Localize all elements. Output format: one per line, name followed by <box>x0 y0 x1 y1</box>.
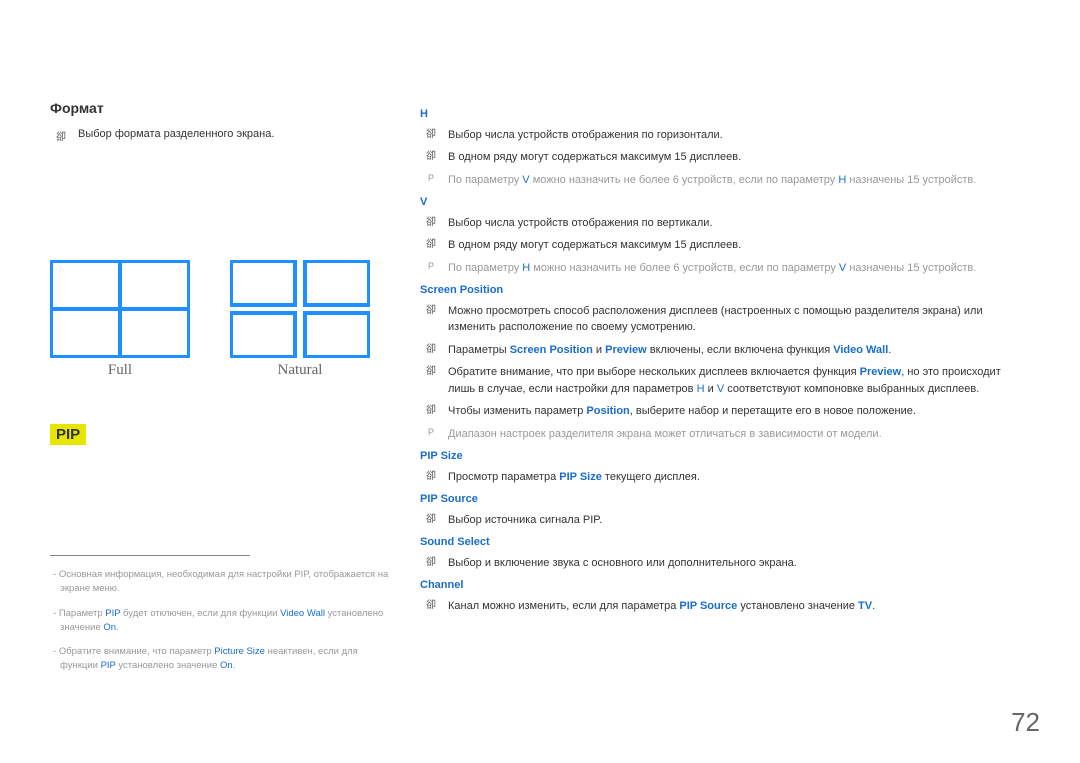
left-column: Формат Выбор формата разделенного экрана… <box>50 100 420 684</box>
page-body: Формат Выбор формата разделенного экрана… <box>0 0 1080 684</box>
format-bullet: Выбор формата разделенного экрана. <box>50 128 390 140</box>
pip-size-heading: PIP Size <box>420 448 1030 465</box>
v-note: По параметру H можно назначить не более … <box>420 260 1030 277</box>
diagram-natural-label: Natural <box>230 362 370 379</box>
sp-note: Диапазон настроек разделителя экрана мож… <box>420 426 1030 443</box>
footnote-2: - Параметр PIP будет отключен, если для … <box>50 607 390 636</box>
sound-select-bullet: Выбор и включение звука с основного или … <box>420 555 1030 572</box>
screen-position-heading: Screen Position <box>420 282 1030 299</box>
grid-natural-icon <box>230 260 370 358</box>
diagram-full: Full <box>50 260 190 379</box>
sp-bullet-2: Параметры Screen Position и Preview вклю… <box>420 342 1030 359</box>
grid-full-icon <box>50 260 190 358</box>
footnote-1: - Основная информация, необходимая для н… <box>50 568 390 597</box>
v-bullet-1: Выбор числа устройств отображения по вер… <box>420 215 1030 232</box>
format-heading: Формат <box>50 100 390 116</box>
channel-heading: Channel <box>420 577 1030 594</box>
format-diagrams: Full Natural <box>50 260 390 379</box>
sp-bullet-3: Обратите внимание, что при выборе нескол… <box>420 364 1030 397</box>
sound-select-heading: Sound Select <box>420 534 1030 551</box>
channel-bullet: Канал можно изменить, если для параметра… <box>420 598 1030 615</box>
pip-size-bullet: Просмотр параметра PIP Size текущего дис… <box>420 469 1030 486</box>
v-heading: V <box>420 194 1030 211</box>
diagram-full-label: Full <box>50 362 190 379</box>
sp-bullet-1: Можно просмотреть способ расположения ди… <box>420 303 1030 336</box>
h-bullet-1: Выбор числа устройств отображения по гор… <box>420 127 1030 144</box>
h-bullet-2: В одном ряду могут содержаться максимум … <box>420 149 1030 166</box>
v-bullet-2: В одном ряду могут содержаться максимум … <box>420 237 1030 254</box>
diagram-natural: Natural <box>230 260 370 379</box>
page-number: 72 <box>1011 707 1040 738</box>
pip-source-bullet: Выбор источника сигнала PIP. <box>420 512 1030 529</box>
pip-source-heading: PIP Source <box>420 491 1030 508</box>
footnote-3: - Обратите внимание, что параметр Pictur… <box>50 645 390 674</box>
pip-badge: PIP <box>50 424 86 445</box>
right-column: H Выбор числа устройств отображения по г… <box>420 100 1030 684</box>
h-heading: H <box>420 106 1030 123</box>
footnote-divider <box>50 555 250 556</box>
h-note: По параметру V можно назначить не более … <box>420 172 1030 189</box>
sp-bullet-4: Чтобы изменить параметр Position, выбери… <box>420 403 1030 420</box>
